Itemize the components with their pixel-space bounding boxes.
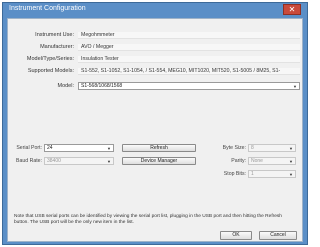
- baud-rate-dropdown[interactable]: 38400 ▼: [44, 157, 114, 165]
- model-dropdown[interactable]: S1-568/1068/1568 ▼: [78, 82, 300, 90]
- refresh-button[interactable]: Refresh: [122, 144, 196, 152]
- instrument-configuration-window: Instrument Configuration ✕ Instrument Us…: [2, 2, 308, 245]
- stop-bits-label: Stop Bits:: [223, 171, 246, 177]
- serial-port-dropdown[interactable]: 24 ▼: [44, 144, 114, 152]
- manufacturer-label: Manufacturer:: [40, 44, 74, 50]
- byte-size-label: Byte Size:: [222, 145, 246, 151]
- instrument-use-label: Instrument Use:: [35, 32, 74, 38]
- model-dropdown-value: S1-568/1068/1568: [81, 83, 123, 89]
- instrument-use-value: Megohmmeter: [78, 32, 300, 39]
- baud-rate-value: 38400: [47, 158, 61, 164]
- chevron-down-icon: ▼: [107, 146, 111, 151]
- ok-button[interactable]: OK: [220, 231, 252, 240]
- serial-port-label: Serial Port:: [16, 145, 42, 151]
- chevron-down-icon: ▼: [289, 159, 293, 164]
- stop-bits-value: 1: [251, 171, 254, 177]
- chevron-down-icon: ▼: [289, 146, 293, 151]
- window-title: Instrument Configuration: [9, 5, 86, 12]
- supported-models-label: Supported Models:: [27, 68, 74, 74]
- supported-models-value: S1-552, S1-1052, S1-1054, / S1-554, MEG1…: [78, 68, 300, 75]
- model-label: Model:: [57, 83, 74, 89]
- chevron-down-icon: ▼: [293, 84, 297, 89]
- baud-rate-label: Baud Rate:: [16, 158, 42, 164]
- chevron-down-icon: ▼: [289, 172, 293, 177]
- cancel-button[interactable]: Cancel: [259, 231, 297, 240]
- parity-value: None: [251, 158, 263, 164]
- dialog-body: Instrument Use: Megohmmeter Manufacturer…: [7, 18, 303, 242]
- device-manager-button[interactable]: Device Manager: [122, 157, 196, 165]
- chevron-down-icon: ▼: [107, 159, 111, 164]
- model-type-value: Insulation Tester: [78, 56, 300, 63]
- parity-dropdown[interactable]: None ▼: [248, 157, 296, 165]
- model-type-label: Model/Type/Series:: [26, 56, 74, 62]
- close-button[interactable]: ✕: [283, 4, 301, 15]
- stop-bits-dropdown[interactable]: 1 ▼: [248, 170, 296, 178]
- parity-label: Parity:: [231, 158, 246, 164]
- byte-size-value: 8: [251, 145, 254, 151]
- serial-port-value: 24: [47, 145, 53, 151]
- manufacturer-value: AVO / Megger: [78, 44, 300, 51]
- title-bar: Instrument Configuration ✕: [3, 3, 307, 17]
- byte-size-dropdown[interactable]: 8 ▼: [248, 144, 296, 152]
- usb-note-text: Note that USB serial ports can be identi…: [14, 214, 282, 225]
